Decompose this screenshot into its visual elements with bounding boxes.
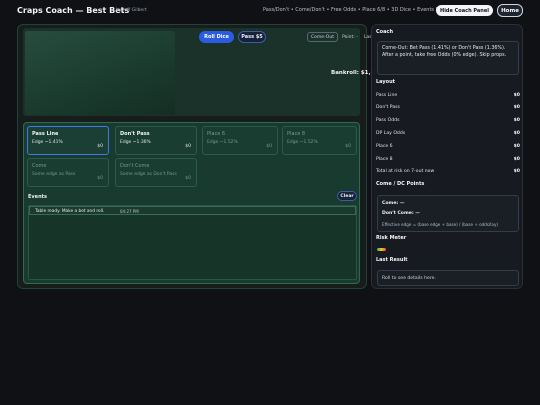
bet-name: Pass Line [32, 131, 59, 137]
layout-value: $0 [513, 131, 520, 136]
bet-amount: $0 [185, 176, 191, 181]
hide-coach-panel-button[interactable]: Hide Coach Panel [436, 5, 493, 16]
bet-name: Place 6 [207, 131, 226, 137]
layout-value: $0 [513, 105, 520, 110]
coach-advice: Come-Out: Bet Pass (1.41%) or Don't Pass… [382, 46, 507, 58]
events-feed[interactable]: Table ready. Make a bet and roll. 04:27 … [28, 205, 357, 280]
layout-label: Pass Odds [376, 118, 400, 123]
layout-label: Total at risk on 7-out now [376, 169, 435, 174]
bet-name: Don't Come [120, 163, 150, 169]
bet-come[interactable]: Come Same edge as Pass $0 [27, 158, 109, 187]
layout-value: $0 [513, 93, 520, 98]
layout-title: Layout [376, 79, 396, 85]
bet-dont-pass[interactable]: Don't Pass Edge ~1.36% $0 [115, 126, 197, 155]
betting-layout: Pass Line Edge ~1.41% $0 Don't Pass Edge… [23, 122, 360, 284]
layout-value: $0 [513, 169, 520, 174]
rules-summary: Pass/Don't • Come/Don't • Free Odds • Pl… [263, 7, 448, 13]
dice-3d-view[interactable] [25, 31, 175, 115]
bet-edge: Edge ~1.41% [32, 140, 63, 145]
phase-come-out: Come-Out [307, 32, 338, 42]
bet-dont-come[interactable]: Don't Come Same edge as Don't Pass $0 [115, 158, 197, 187]
event-text: Table ready. Make a bet and roll. [35, 208, 105, 214]
effective-edge-formula: Effective edge = (base edge + base) / (b… [382, 222, 498, 227]
bet-name: Place 8 [287, 131, 306, 137]
bet-place-6[interactable]: Place 6 Edge ~1.52% $0 [202, 126, 278, 155]
last-result-title: Last Result [376, 257, 408, 263]
bet-amount: $0 [185, 144, 191, 149]
roll-dice-button[interactable]: Roll Dice [199, 31, 234, 43]
clear-events-button[interactable]: Clear [337, 191, 357, 201]
bet-edge: Edge ~1.36% [120, 140, 151, 145]
bet-pass-line[interactable]: Pass Line Edge ~1.41% $0 [27, 126, 109, 155]
coach-panel: Coach Come-Out: Bet Pass (1.41%) or Don'… [371, 24, 523, 289]
pass-5-button[interactable]: Pass $5 [238, 31, 266, 43]
bet-name: Don't Pass [120, 131, 150, 137]
bet-amount: $0 [97, 144, 103, 149]
coach-advice-box: Come-Out: Bet Pass (1.41%) or Don't Pass… [377, 41, 519, 75]
bet-place-8[interactable]: Place 8 Edge ~1.52% $0 [282, 126, 357, 155]
layout-row-place-8: Place 8 $0 [376, 157, 520, 165]
bet-edge: Edge ~1.52% [207, 140, 238, 145]
dont-come-point: Don't Come: — [382, 211, 420, 216]
bet-amount: $0 [266, 144, 272, 149]
layout-row-dont-pass: Don't Pass $0 [376, 105, 520, 113]
last-result-box: Roll to see details here. [377, 270, 519, 286]
come-point: Come: — [382, 201, 405, 206]
come-dc-box: Come: — Don't Come: — Effective edge = (… [377, 195, 519, 232]
risk-meter-title: Risk Meter [376, 235, 407, 241]
layout-row-place-6: Place 6 $0 [376, 144, 520, 152]
bet-edge: Edge ~1.52% [287, 140, 318, 145]
layout-label: Place 8 [376, 157, 393, 162]
risk-meter [377, 248, 386, 251]
layout-value: $0 [513, 118, 520, 123]
app-title: Craps Coach — Best Bets [17, 6, 130, 15]
come-dc-title: Come / DC Points [376, 181, 425, 187]
layout-row-pass-odds: Pass Odds $0 [376, 118, 520, 126]
layout-label: Place 6 [376, 144, 393, 149]
event-row: Table ready. Make a bet and roll. 04:27 … [29, 206, 356, 215]
event-time: 04:27 PM [120, 208, 139, 214]
coach-title: Coach [376, 29, 394, 35]
top-bar: Craps Coach — Best Bets by Jeff Gilbert … [0, 0, 540, 22]
bet-amount: $0 [345, 144, 351, 149]
bet-edge: Same edge as Pass [32, 172, 76, 177]
layout-label: DP Lay Odds [376, 131, 406, 136]
craps-table-panel: Roll Dice Pass $5 Come-Out Point: - Last… [17, 24, 382, 289]
layout-label: Pass Line [376, 93, 398, 98]
events-title: Events [28, 194, 47, 200]
bet-edge: Same edge as Don't Pass [120, 172, 177, 177]
bet-amount: $0 [97, 176, 103, 181]
layout-row-pass-line: Pass Line $0 [376, 93, 520, 101]
phase-point: Point: - [342, 34, 358, 40]
layout-value: $0 [513, 144, 520, 149]
bet-name: Come [32, 163, 47, 169]
layout-row-dp-lay-odds: DP Lay Odds $0 [376, 131, 520, 139]
layout-value: $0 [513, 157, 520, 162]
home-button[interactable]: Home [497, 4, 523, 17]
layout-row-total-at-risk: Total at risk on 7-out now $0 [376, 169, 520, 177]
last-result-text: Roll to see details here. [382, 275, 436, 281]
layout-label: Don't Pass [376, 105, 400, 110]
author-byline: by Jeff Gilbert [116, 8, 147, 13]
